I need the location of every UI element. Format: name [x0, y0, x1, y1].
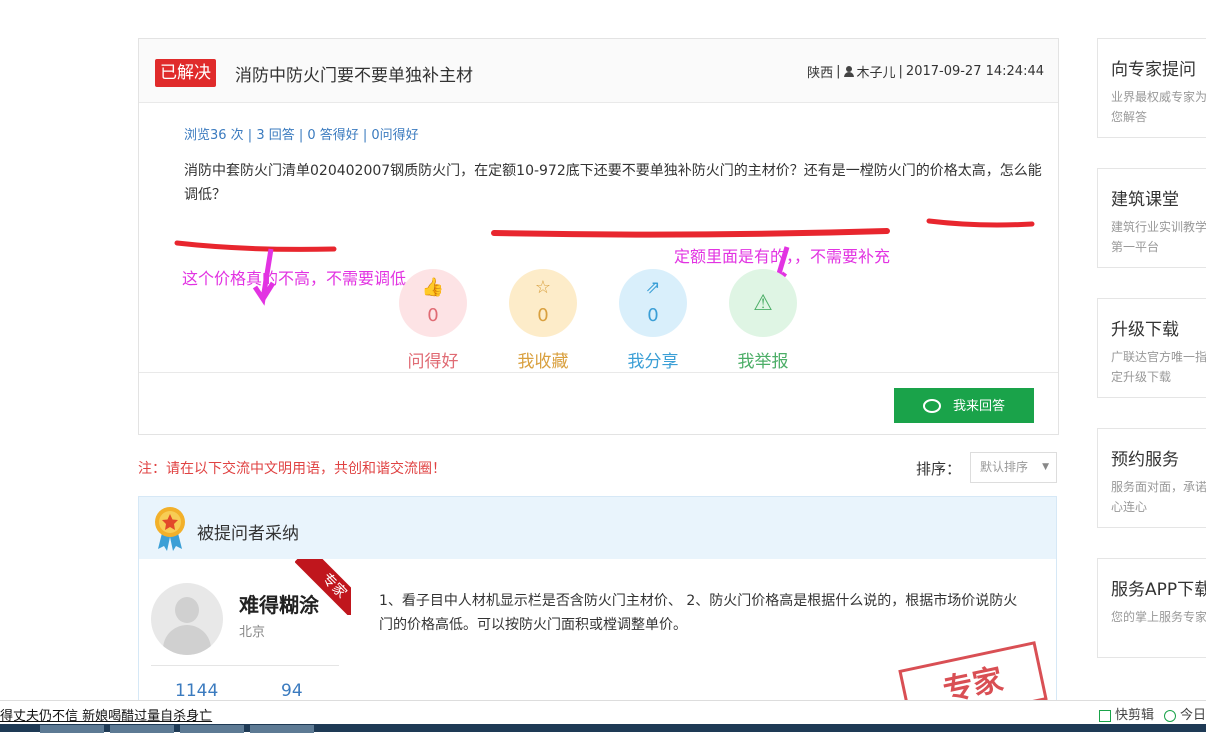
question-body: 消防中套防火门清单020402007钢质防火门，在定额10-972底下还要不要单… — [184, 163, 1042, 203]
sidebar-item-desc: 广联达官方唯一指定升级下载 — [1111, 350, 1206, 384]
report-button[interactable]: ⚠ 我举报 — [729, 269, 797, 372]
sidebar-item-desc: 您的掌上服务专家 — [1111, 610, 1206, 624]
question-header: 已解决 消防中防火门要不要单独补主材 陕西 | 木子儿 | 2017-09-27… — [139, 39, 1058, 103]
adopted-answer-text: 1、看子目中人材机显示栏是否含防火门主材价、 2、防火门价格高是根据什么说的，根… — [379, 593, 1018, 633]
os-taskbar — [0, 724, 1206, 733]
adopted-body: 难得糊涂 北京 1144 94 专家 1、看子目中人材机显示栏是否含防火门主材价… — [139, 559, 1056, 705]
meta-separator: | — [898, 64, 903, 79]
profile-divider — [151, 665, 339, 666]
warning-icon: ⚠ — [753, 291, 773, 316]
status-right-items: 快剪辑 今日 — [1098, 704, 1206, 723]
sidebar-item-classroom[interactable]: 建筑课堂 建筑行业实训教学第一平台 — [1097, 168, 1206, 268]
answer-strip: 我来回答 — [139, 372, 1058, 434]
answer-button[interactable]: 我来回答 — [894, 388, 1034, 423]
browser-status-bar: 得丈夫仍不信 新娘喝醋过量自杀身亡 快剪辑 今日 — [0, 700, 1206, 725]
today-label: 今日 — [1179, 708, 1206, 723]
sidebar-item-title: 预约服务 — [1111, 450, 1179, 470]
like-button[interactable]: 👍 0 问得好 — [399, 269, 467, 372]
expert-ribbon-label: 专家 — [295, 559, 351, 615]
question-region: 陕西 — [807, 66, 834, 81]
share-circle: ⇗ 0 — [619, 269, 687, 337]
news-ticker-link[interactable]: 得丈夫仍不信 新娘喝醋过量自杀身亡 — [0, 705, 212, 724]
sidebar-item-app-download[interactable]: 服务APP下载 您的掌上服务专家 — [1097, 558, 1206, 658]
favorite-count: 0 — [537, 305, 549, 326]
thumbs-up-icon: 👍 — [421, 277, 445, 298]
chat-bubble-icon — [922, 398, 941, 413]
report-label: 我举报 — [737, 352, 789, 372]
circle-play-icon — [1163, 709, 1176, 722]
adopted-header: 被提问者采纳 — [139, 497, 1056, 560]
sidebar-item-title: 服务APP下载 — [1111, 580, 1206, 600]
sidebar-item-desc: 服务面对面，承诺心连心 — [1111, 480, 1206, 514]
user-icon — [843, 66, 854, 77]
adopted-title: 被提问者采纳 — [197, 524, 299, 544]
expert-ribbon: 专家 — [295, 559, 351, 615]
annotation-right: 定额里面是有的，，不需要补充 — [674, 247, 891, 266]
share-button[interactable]: ⇗ 0 我分享 — [619, 269, 687, 372]
like-label: 问得好 — [407, 352, 459, 372]
answerer-stat-1: 1144 — [175, 681, 219, 701]
red-underline-1 — [491, 228, 890, 238]
avatar-head — [175, 597, 199, 623]
star-icon: ☆ — [534, 277, 552, 298]
answerer-profile: 难得糊涂 北京 1144 94 专家 — [139, 559, 351, 705]
question-card: 已解决 消防中防火门要不要单独补主材 陕西 | 木子儿 | 2017-09-27… — [138, 38, 1059, 435]
question-meta: 陕西 | 木子儿 | 2017-09-27 14:24:44 — [807, 62, 1044, 81]
like-count: 0 — [427, 305, 439, 326]
favorite-label: 我收藏 — [517, 352, 569, 372]
question-date: 2017-09-27 14:24:44 — [905, 64, 1044, 79]
sort-select[interactable]: 默认排序 ▼ — [970, 452, 1057, 483]
share-icon: ⇗ — [645, 277, 661, 298]
play-icon — [1098, 709, 1111, 722]
sort-label: 排序： — [916, 460, 962, 478]
share-label: 我分享 — [627, 352, 679, 372]
sidebar-item-download[interactable]: 升级下载 广联达官方唯一指定升级下载 — [1097, 298, 1206, 398]
answer-button-label: 我来回答 — [952, 399, 1005, 414]
meta-separator: | — [836, 64, 841, 79]
report-circle: ⚠ — [729, 269, 797, 337]
question-title: 消防中防火门要不要单独补主材 — [235, 66, 473, 86]
sidebar-item-title: 向专家提问 — [1111, 60, 1196, 80]
red-underline-3 — [174, 240, 337, 252]
civility-notice: 注：请在以下交流中文明用语，共创和谐交流圈！ — [138, 461, 446, 477]
solved-badge: 已解决 — [155, 59, 216, 87]
question-stats: 浏览36 次 | 3 回答 | 0 答得好 | 0问得好 — [184, 128, 419, 143]
medal-icon — [155, 507, 185, 551]
sidebar-item-appointment[interactable]: 预约服务 服务面对面，承诺心连心 — [1097, 428, 1206, 528]
sort-selected: 默认排序 — [980, 460, 1029, 474]
sidebar-item-desc: 建筑行业实训教学第一平台 — [1111, 220, 1206, 254]
favorite-button[interactable]: ☆ 0 我收藏 — [509, 269, 577, 372]
share-count: 0 — [647, 305, 659, 326]
red-underline-2 — [926, 218, 1035, 228]
favorite-circle: ☆ 0 — [509, 269, 577, 337]
question-author[interactable]: 木子儿 — [857, 62, 896, 81]
answerer-location: 北京 — [239, 625, 266, 640]
dropdown-arrow-icon: ▼ — [1042, 462, 1049, 472]
annotation-left: 这个价格真的不高，不需要调低 — [182, 269, 407, 288]
sidebar-item-ask-expert[interactable]: 向专家提问 业界最权威专家为您解答 — [1097, 38, 1206, 138]
adopted-answer-card: 被提问者采纳 难得糊涂 北京 1144 94 专家 1、看子目中人材机显示栏是否… — [138, 496, 1057, 706]
expert-stamp: 专家 — [898, 641, 1048, 705]
avatar-body — [163, 625, 211, 655]
today-button[interactable]: 今日 — [1163, 704, 1206, 723]
quick-edit-label: 快剪辑 — [1114, 708, 1154, 723]
like-circle: 👍 0 — [399, 269, 467, 337]
sidebar-item-desc: 业界最权威专家为您解答 — [1111, 90, 1206, 124]
sidebar-item-title: 建筑课堂 — [1111, 190, 1179, 210]
quick-edit-button[interactable]: 快剪辑 — [1098, 704, 1154, 723]
sidebar-item-title: 升级下载 — [1111, 320, 1179, 340]
avatar[interactable] — [151, 583, 223, 655]
answerer-stat-2: 94 — [281, 681, 303, 701]
